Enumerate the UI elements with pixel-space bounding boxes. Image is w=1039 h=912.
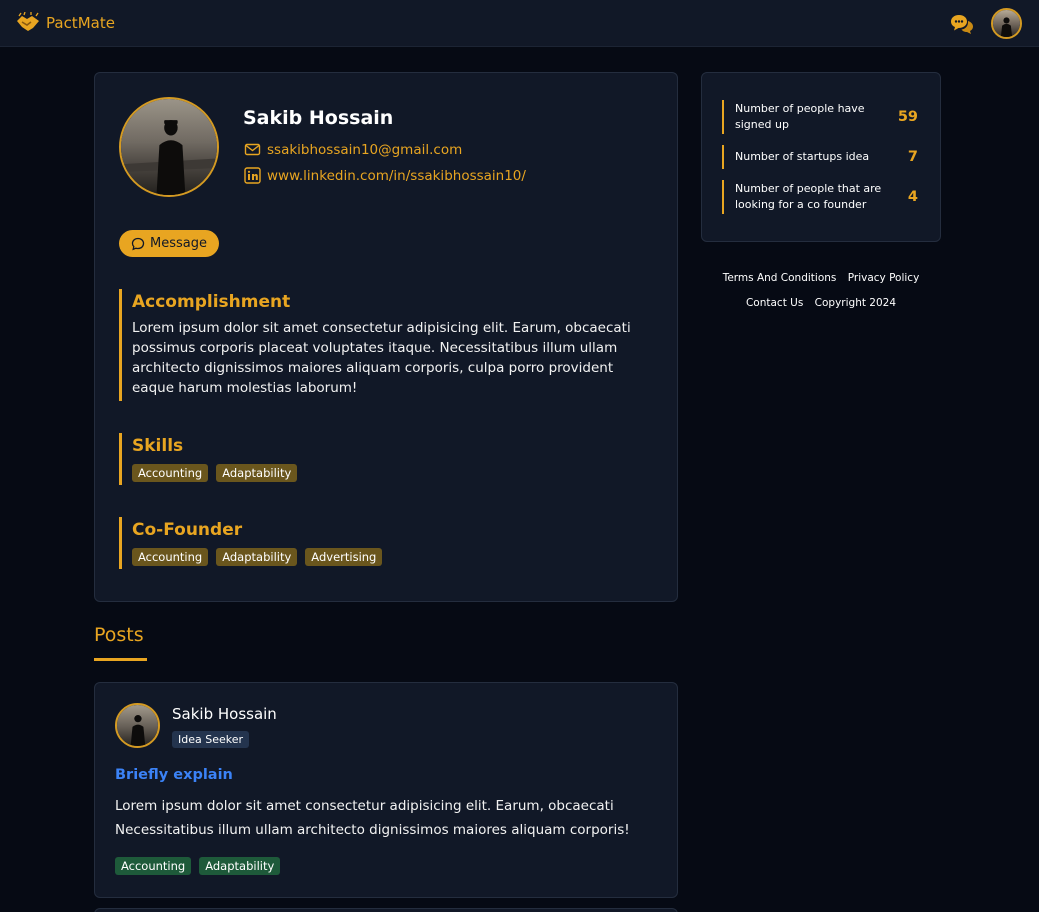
profile-linkedin-text: www.linkedin.com/in/ssakibhossain10/ [267,167,526,184]
stats-card: Number of people have signed up 59 Numbe… [701,72,941,242]
post-author-avatar[interactable] [115,703,160,748]
cofounder-title: Co-Founder [132,520,243,540]
profile-email[interactable]: ssakibhossain10@gmail.com [244,141,462,158]
terms-link[interactable]: Terms And Conditions [723,272,837,284]
contact-link[interactable]: Contact Us [746,297,803,309]
skill-tag: Adaptability [216,464,298,482]
posts-heading: Posts [94,624,144,646]
skill-tag: Accounting [132,464,209,482]
privacy-link[interactable]: Privacy Policy [848,272,920,284]
skills-section: Skills Accounting Adaptability [119,433,649,485]
chat-bubbles-icon[interactable] [950,12,974,36]
profile-card: Sakib Hossain ssakibhossain10@gmail.com … [94,72,678,602]
copyright-text: Copyright 2024 [814,297,897,309]
accomplishment-section: Accomplishment Lorem ipsum dolor sit ame… [119,289,649,401]
post-tag: Accounting [115,857,192,875]
posts-heading-underline [94,658,147,661]
stat-label: Number of startups idea [735,150,870,163]
brand-logo[interactable]: PactMate [16,12,115,34]
profile-email-text: ssakibhossain10@gmail.com [267,141,463,158]
brand-name: PactMate [46,14,115,32]
post-body: Lorem ipsum dolor sit amet consectetur a… [115,798,630,838]
stat-value: 4 [907,189,918,205]
person-silhouette-icon [117,705,158,746]
chat-icon [131,237,145,250]
user-avatar[interactable] [991,8,1022,39]
mail-icon [244,143,261,156]
handshake-icon [17,12,39,31]
profile-avatar [119,97,219,197]
post-role-badge: Idea Seeker [172,731,250,748]
accomplishment-title: Accomplishment [132,292,291,312]
stat-value: 7 [907,149,918,165]
post-tags: Accounting Adaptability [115,857,281,875]
skills-title: Skills [132,436,184,456]
person-silhouette-icon [993,10,1020,37]
stat-signed-up: Number of people have signed up 59 [722,100,918,134]
cofounder-section: Co-Founder Accounting Adaptability Adver… [119,517,649,569]
person-silhouette-icon [121,99,217,195]
cofounder-tag: Adaptability [216,548,298,566]
cofounder-tag: Accounting [132,548,209,566]
post-title[interactable]: Briefly explain [115,767,233,783]
cofounder-tags: Accounting Adaptability Advertising [132,548,649,566]
top-navbar: PactMate [0,0,1039,47]
stat-label: Number of people have signed up [735,102,865,131]
profile-linkedin[interactable]: www.linkedin.com/in/ssakibhossain10/ [244,167,526,184]
message-button-label: Message [150,236,207,251]
stat-startup-ideas: Number of startups idea 7 [722,145,918,169]
stat-label: Number of people that are looking for a … [735,182,882,211]
cofounder-tag: Advertising [305,548,383,566]
footer-links: Terms And Conditions Privacy Policy Cont… [701,266,941,316]
accomplishment-body: Lorem ipsum dolor sit amet consectetur a… [132,320,631,396]
post-author-name[interactable]: Sakib Hossain [172,705,277,723]
post-tag: Adaptability [199,857,281,875]
skills-tags: Accounting Adaptability [132,464,649,482]
stat-cofounder-seekers: Number of people that are looking for a … [722,180,918,214]
post-card [94,908,678,912]
linkedin-icon [244,167,261,184]
stat-value: 59 [897,109,918,125]
profile-name: Sakib Hossain [243,107,394,129]
post-card: Sakib Hossain Idea Seeker Briefly explai… [94,682,678,898]
message-button[interactable]: Message [119,230,219,257]
